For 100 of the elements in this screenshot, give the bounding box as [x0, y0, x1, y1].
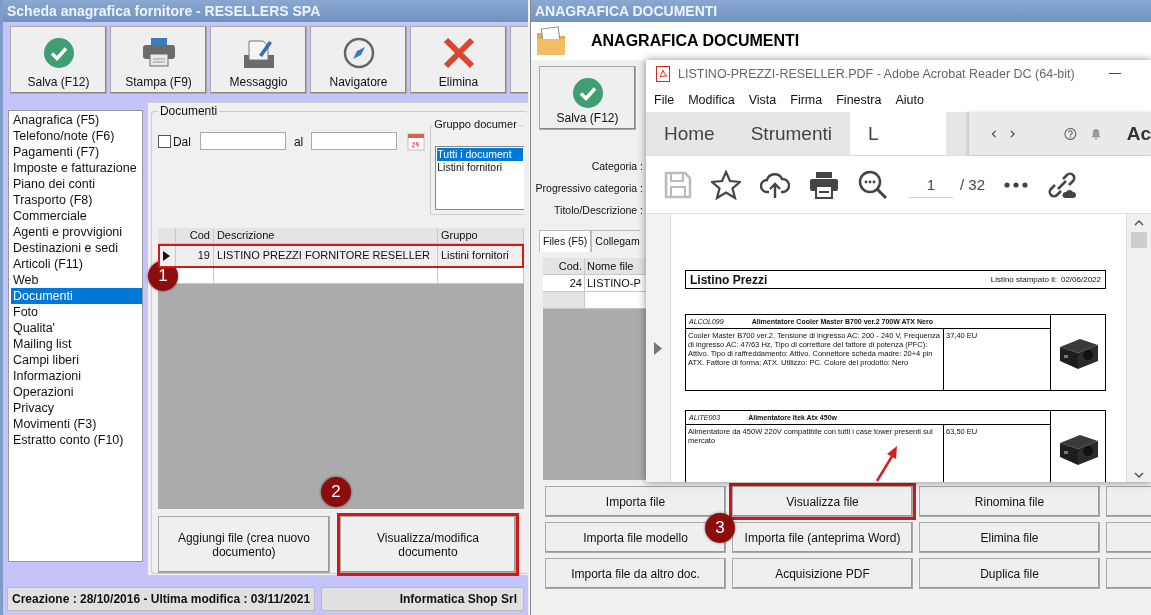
window-title: ANAGRAFICA DOCUMENTI — [531, 0, 1151, 22]
toolbar-button[interactable]: Elimina — [410, 26, 507, 94]
section-item[interactable]: Foto — [11, 304, 142, 320]
account-label[interactable]: Ac — [1126, 122, 1151, 145]
section-item[interactable]: Estratto conto (F10) — [11, 432, 142, 448]
field-label: Progressivo categoria : — [534, 181, 643, 196]
field-label: Titolo/Descrizione : — [553, 203, 643, 218]
tab[interactable]: Files (F5) — [539, 230, 592, 252]
scrollbar-thumb[interactable] — [1131, 232, 1147, 248]
status-text: Creazione : 28/10/2016 - Ultima modifica : 03/11/2021 — [7, 587, 316, 611]
action-button[interactable]: Acquisizione PDF — [732, 558, 913, 589]
column-header[interactable]: Cod — [175, 228, 214, 244]
scroll-down-icon[interactable] — [1134, 472, 1144, 478]
tab[interactable]: Strumenti — [732, 112, 850, 155]
column-header[interactable]: Cod. — [543, 258, 585, 275]
section-item[interactable]: Movimenti (F3) — [11, 416, 142, 432]
tab[interactable]: Collegam — [591, 230, 640, 252]
action-button[interactable]: Importa file da altro doc. — [545, 558, 726, 589]
menu-item[interactable]: Aiuto — [895, 93, 924, 107]
group-item[interactable]: Listini fornitori — [437, 161, 524, 174]
toolbar-button[interactable]: Salva (F12) — [10, 26, 107, 94]
action-button[interactable]: Visualizza file — [732, 486, 913, 517]
message-icon — [242, 37, 275, 69]
menu-item[interactable]: Modifica — [688, 93, 735, 107]
compass-icon — [342, 37, 375, 69]
checkmark-icon — [42, 37, 75, 69]
tab[interactable]: Home — [646, 112, 733, 155]
scroll-up-icon[interactable] — [1134, 220, 1144, 226]
toolbar-button[interactable]: Navigatore — [310, 26, 407, 94]
status-text: Informatica Shop Srl — [321, 587, 524, 611]
zoom-icon[interactable] — [858, 169, 888, 200]
section-item[interactable]: Agenti e provvigioni — [11, 224, 142, 240]
action-button[interactable]: Aggiungi file (crea nuovo documento) — [157, 516, 330, 573]
section-item[interactable]: Piano dei conti — [11, 176, 142, 192]
section-item[interactable]: Trasporto (F8) — [11, 192, 142, 208]
column-header[interactable]: Nome file — [585, 258, 646, 275]
table-cell — [585, 292, 646, 309]
expand-icon[interactable] — [654, 341, 662, 355]
field-label: al — [293, 135, 304, 149]
printer-icon[interactable] — [809, 170, 839, 199]
action-button[interactable]: Visualizza/modifica documento — [339, 516, 516, 573]
column-header[interactable]: Gruppo — [437, 228, 524, 244]
document-title: Listino Prezzi — [690, 272, 768, 287]
section-item[interactable]: Mailing list — [11, 336, 142, 352]
section-item[interactable]: Destinazioni e sedi — [11, 240, 142, 256]
menu-item[interactable]: Vista — [748, 93, 777, 107]
tab[interactable]: L — [850, 112, 946, 155]
print-date: 02/06/2022 — [1060, 275, 1101, 284]
printer-icon — [141, 37, 176, 67]
toolbar-button[interactable]: Messaggio — [210, 26, 307, 94]
section-item[interactable]: Campi liberi — [11, 352, 142, 368]
menu-item[interactable]: Finestra — [836, 93, 882, 107]
date-field[interactable] — [311, 132, 398, 150]
action-button[interactable]: Importa file (anteprima Word) — [732, 522, 913, 553]
group-title: Documenti — [157, 104, 220, 118]
toolbar-button[interactable]: Salva (F12) — [539, 66, 636, 130]
action-button[interactable]: Importa file — [545, 486, 726, 517]
annotation-arrow — [874, 443, 900, 483]
menu-item[interactable]: Firma — [790, 93, 823, 107]
more-icon[interactable] — [1004, 181, 1029, 188]
section-item[interactable]: Informazioni — [11, 368, 142, 384]
date-field[interactable] — [199, 132, 286, 150]
window-title: Scheda anagrafica fornitore - RESELLERS SPA — [3, 0, 528, 22]
checkbox-label: Dal — [172, 135, 192, 149]
section-item[interactable]: Qualita' — [11, 320, 142, 336]
section-item[interactable]: Imposte e fatturazione — [11, 160, 142, 176]
section-item[interactable]: Pagamenti (F7) — [11, 144, 142, 160]
section-item[interactable]: Commerciale — [11, 208, 142, 224]
print-date-label: Listino stampato il: — [990, 275, 1057, 284]
toolbar-button[interactable]: Stampa (F9) — [110, 26, 207, 94]
page-field[interactable]: 1 — [909, 171, 953, 198]
close-icon — [442, 37, 475, 69]
checkmark-icon — [571, 77, 604, 109]
minimize-icon[interactable] — [1109, 73, 1121, 75]
group-item[interactable]: Tutti i document — [437, 148, 524, 161]
window-heading: ANAGRAFICA DOCUMENTI — [591, 32, 800, 50]
table-cell: LISTINO-P — [585, 275, 646, 292]
section-item[interactable]: Privacy — [11, 400, 142, 416]
star-icon[interactable] — [711, 169, 741, 200]
page-count: / 32 — [960, 176, 986, 193]
row-header — [543, 292, 585, 309]
table-cell — [175, 268, 214, 284]
action-button[interactable]: Duplica file — [919, 558, 1100, 589]
pdf-icon — [656, 66, 670, 82]
field-label: Categoria : — [590, 159, 643, 174]
section-item[interactable]: Documenti — [11, 288, 142, 304]
checkbox[interactable] — [157, 135, 171, 148]
section-item[interactable]: Telefono/note (F6) — [11, 128, 142, 144]
action-button[interactable]: Rinomina file — [919, 486, 1100, 517]
action-button[interactable]: Elimina file — [919, 522, 1100, 553]
section-item[interactable]: Operazioni — [11, 384, 142, 400]
folder-icon — [536, 26, 566, 56]
calendar-icon[interactable] — [407, 131, 426, 151]
menu-item[interactable]: File — [654, 93, 675, 107]
column-header[interactable]: Descrizione — [213, 228, 438, 244]
section-item[interactable]: Articoli (F11) — [11, 256, 142, 272]
section-item[interactable]: Anagrafica (F5) — [11, 112, 142, 128]
section-item[interactable]: Web — [11, 272, 142, 288]
table-row[interactable]: 19 LISTINO PREZZI FORNITORE RESELLER Listini fornitori — [157, 244, 524, 268]
table-cell: 24 — [543, 275, 585, 292]
